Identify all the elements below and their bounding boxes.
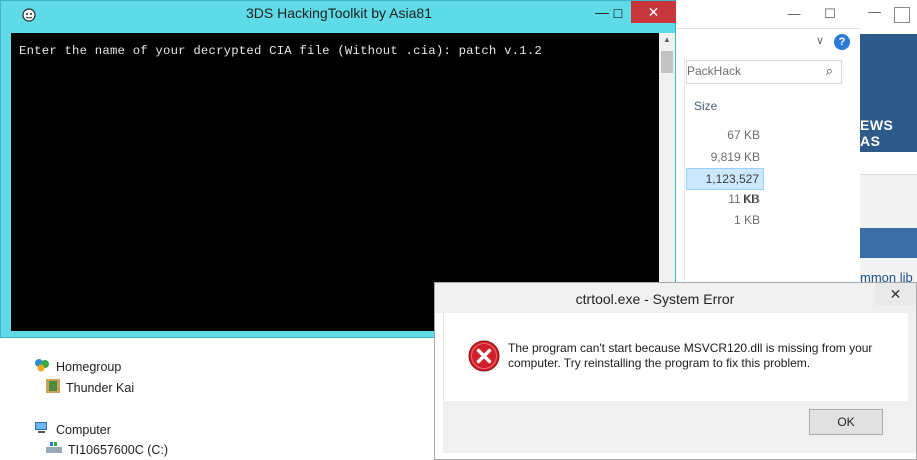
scroll-thumb[interactable] bbox=[661, 51, 673, 73]
nav-item-label: Thunder Kai bbox=[66, 380, 135, 395]
explorer-search-box[interactable]: PackHack ⌕ bbox=[686, 60, 842, 84]
scroll-up-icon[interactable]: ▲ bbox=[659, 33, 675, 47]
error-dialog: ctrtool.exe - System Error ✕ The program… bbox=[434, 282, 917, 460]
console-close-button[interactable]: ✕ bbox=[631, 1, 676, 23]
nav-item-drive-c[interactable]: TI10657600C (C:) bbox=[46, 442, 168, 457]
console-maximize-button[interactable]: ☐ bbox=[605, 1, 631, 27]
explorer-minimize-button[interactable]: — bbox=[780, 3, 808, 25]
site-banner: EWS AS bbox=[860, 34, 917, 152]
ok-button[interactable]: OK bbox=[809, 409, 883, 435]
browser-minimize-icon[interactable]: — bbox=[868, 4, 881, 19]
dialog-titlebar: ctrtool.exe - System Error ✕ bbox=[435, 283, 916, 313]
dialog-title: ctrtool.exe - System Error bbox=[575, 291, 735, 307]
dialog-footer: OK bbox=[443, 401, 908, 453]
file-size-cell-selected[interactable]: 1,123,527 KB bbox=[686, 168, 764, 206]
file-size-cell: 67 KB bbox=[727, 128, 760, 142]
site-section-bar bbox=[860, 228, 917, 258]
help-icon[interactable]: ? bbox=[834, 34, 850, 50]
dialog-message: The program can't start because MSVCR120… bbox=[508, 341, 873, 370]
error-icon bbox=[468, 340, 500, 372]
explorer-maximize-button[interactable]: ☐ bbox=[816, 3, 844, 25]
size-column: 67 KB 9,819 KB 1,123,527 KB 11 KB 1 KB bbox=[686, 124, 764, 234]
explorer-address-bar[interactable]: ∨ ? bbox=[676, 30, 860, 56]
nav-item-label: Homegroup bbox=[56, 359, 122, 374]
computer-icon bbox=[34, 421, 50, 438]
file-size-cell: 11 KB bbox=[728, 192, 760, 206]
user-avatar-icon bbox=[46, 379, 60, 396]
search-input[interactable]: PackHack bbox=[687, 64, 741, 78]
nav-item-label: TI10657600C (C:) bbox=[68, 442, 169, 457]
nav-item-homegroup[interactable]: Homegroup bbox=[34, 358, 121, 375]
nav-item-label: Computer bbox=[56, 422, 111, 437]
drive-icon bbox=[46, 442, 62, 457]
dialog-close-button[interactable]: ✕ bbox=[875, 283, 916, 305]
nav-item-computer[interactable]: Computer bbox=[34, 421, 111, 438]
dialog-body: The program can't start because MSVCR120… bbox=[443, 313, 910, 401]
console-output-text: Enter the name of your decrypted CIA fil… bbox=[19, 44, 542, 58]
search-icon[interactable]: ⌕ bbox=[826, 63, 833, 79]
browser-tab-icon[interactable] bbox=[894, 7, 910, 23]
explorer-titlebar: — ☐ bbox=[676, 0, 860, 29]
site-nav-text[interactable]: EWS AS bbox=[860, 117, 917, 149]
file-size-cell: 9,819 KB bbox=[710, 150, 760, 164]
address-dropdown-icon[interactable]: ∨ bbox=[816, 34, 824, 47]
homegroup-icon bbox=[34, 358, 50, 375]
console-title: 3DS HackingToolkit by Asia81 bbox=[246, 5, 432, 21]
column-header-size[interactable]: Size bbox=[694, 99, 717, 113]
nav-item-user[interactable]: Thunder Kai bbox=[46, 379, 134, 396]
site-subnav bbox=[860, 152, 917, 175]
dialog-frame-edge bbox=[908, 313, 916, 453]
file-size-cell: 1 KB bbox=[733, 213, 760, 227]
navigation-pane: Homegroup Thunder Kai Computer TI1065760… bbox=[12, 337, 432, 460]
browser-toolbar: — bbox=[860, 0, 917, 35]
